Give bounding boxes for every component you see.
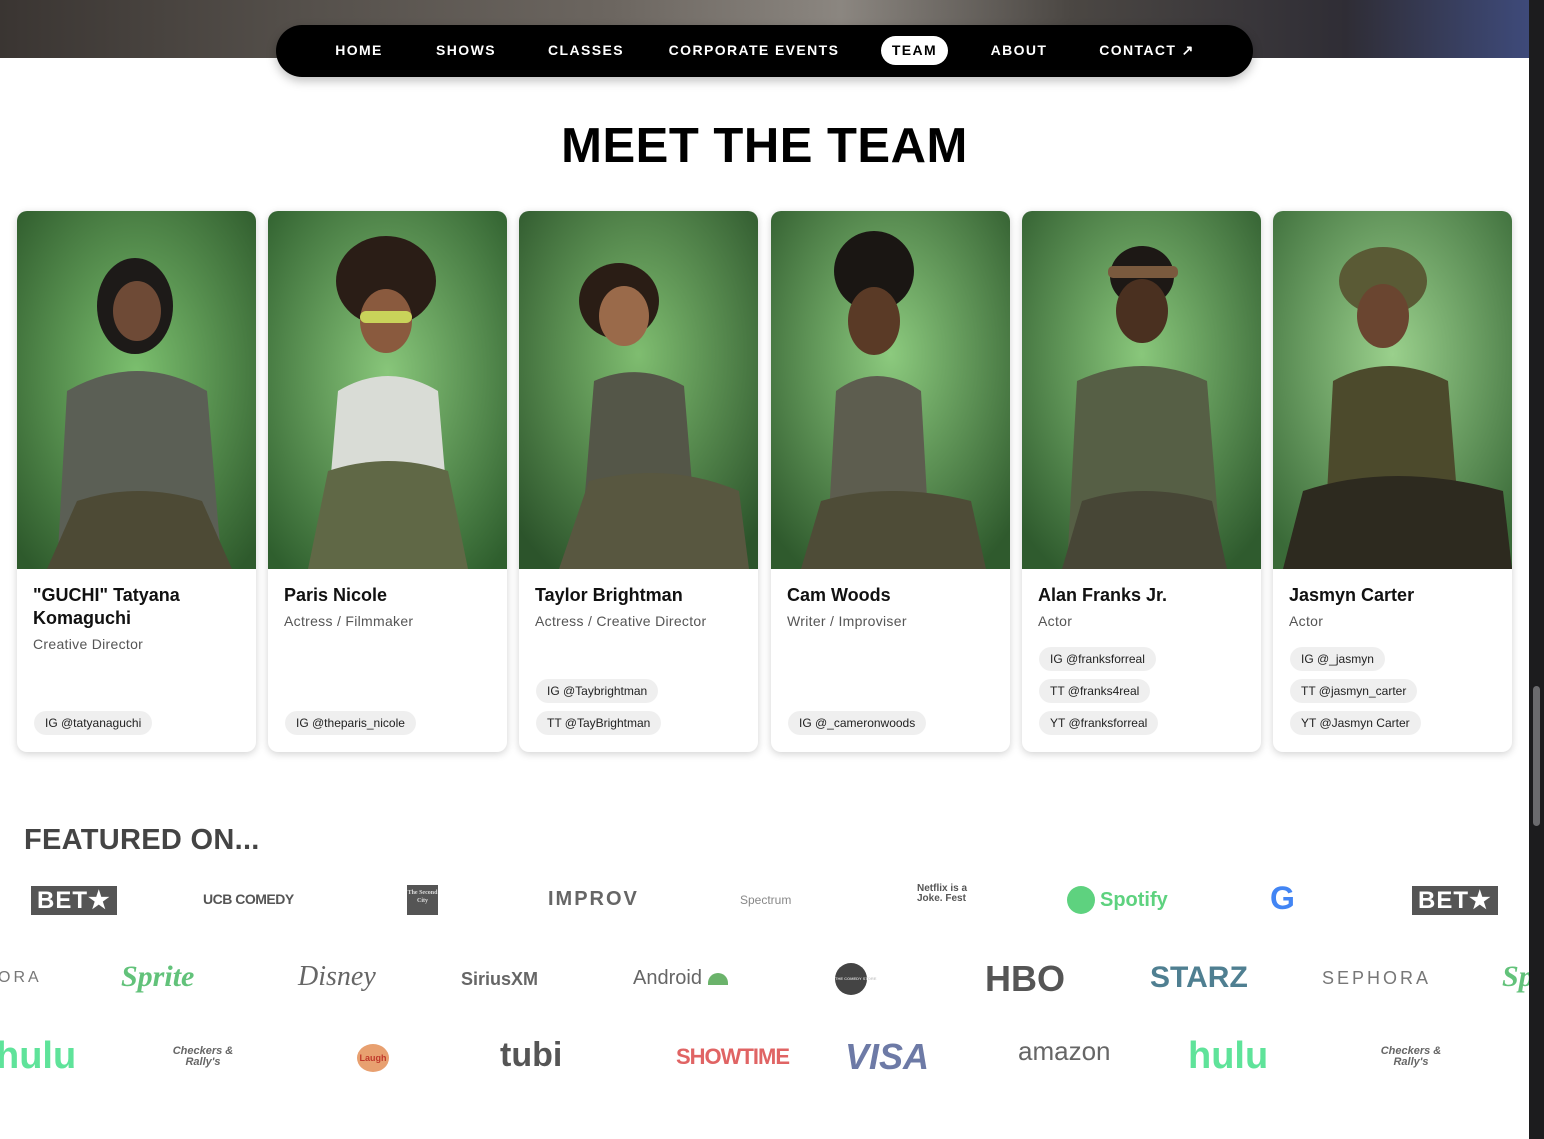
nav-home[interactable]: HOME — [324, 36, 394, 65]
scrollbar-thumb[interactable] — [1533, 686, 1540, 826]
team-card[interactable]: Taylor Brightman Actress / Creative Dire… — [519, 211, 758, 752]
nav-team[interactable]: TEAM — [881, 36, 948, 65]
nav-corporate-events[interactable]: CORPORATE EVENTS — [668, 36, 840, 65]
section-title: MEET THE TEAM — [561, 119, 968, 173]
logo-bet: BET★ — [31, 886, 117, 915]
logo-sephora-partial: ORA — [0, 969, 42, 986]
logo-hbo: HBO — [985, 958, 1065, 999]
social-tag[interactable]: TT @jasmyn_carter — [1290, 679, 1418, 703]
team-card[interactable]: Jasmyn Carter Actor IG @_jasmyn TT @jasm… — [1273, 211, 1512, 752]
logo-laugh-factory: Laugh — [357, 1044, 389, 1072]
logo-sprite: Sprite — [121, 960, 195, 993]
team-card[interactable]: Cam Woods Writer / Improviser IG @_camer… — [771, 211, 1010, 752]
logo-tubi: tubi — [500, 1036, 563, 1074]
member-name: Jasmyn Carter — [1289, 585, 1415, 605]
logo-disney: Disney — [298, 961, 376, 992]
android-wordmark: Android — [633, 967, 702, 989]
logo-starz: STARZ — [1150, 961, 1248, 994]
logo-comedy-store: THE COMEDY STORE — [835, 963, 876, 995]
logo-improv: IMPROV — [548, 888, 639, 910]
android-icon — [707, 972, 728, 985]
logo-sephora: SEPHORA — [1322, 968, 1432, 988]
member-role: Actress / Filmmaker — [284, 613, 414, 629]
logo-hulu: hulu — [1188, 1035, 1269, 1077]
social-tag[interactable]: IG @tatyanaguchi — [34, 711, 153, 735]
team-card[interactable]: Alan Franks Jr. Actor IG @franksforreal … — [1022, 211, 1261, 752]
team-photo — [1273, 211, 1512, 569]
social-tag[interactable]: IG @_jasmyn — [1290, 647, 1385, 671]
nav-contact[interactable]: CONTACT ↗ — [1092, 36, 1202, 65]
nav-classes[interactable]: CLASSES — [540, 36, 632, 65]
spotify-icon — [1067, 886, 1095, 914]
logo-netflix-is-a-joke: Netflix is a Joke. Fest — [917, 883, 968, 904]
nav-shows[interactable]: SHOWS — [428, 36, 504, 65]
member-role: Actor — [1038, 613, 1073, 629]
main-nav: HOME SHOWS CLASSES CORPORATE EVENTS TEAM… — [276, 25, 1253, 77]
spotify-wordmark: Spotify — [1100, 888, 1168, 911]
logo-sprite-partial: Sp — [1502, 960, 1529, 993]
page: HOME SHOWS CLASSES CORPORATE EVENTS TEAM… — [0, 0, 1529, 1139]
member-name: Alan Franks Jr. — [1038, 585, 1168, 605]
scrollbar-track[interactable] — [1529, 0, 1544, 1139]
team-photo — [1022, 211, 1261, 569]
team-card[interactable]: "GUCHI" Tatyana Komaguchi Creative Direc… — [17, 211, 256, 752]
social-tag[interactable]: TT @franks4real — [1039, 679, 1151, 703]
member-role: Actress / Creative Director — [535, 613, 707, 629]
member-role: Writer / Improviser — [787, 613, 907, 629]
featured-title: FEATURED ON... — [24, 824, 260, 856]
logo-visa: VISA — [845, 1036, 930, 1077]
team-photo — [17, 211, 256, 569]
logo-second-city: The Second City — [407, 885, 438, 915]
logo-spotify: Spotify — [1067, 886, 1168, 914]
member-name: Cam Woods — [787, 585, 891, 605]
logo-checkers: Checkers & Rally's — [172, 1045, 234, 1068]
social-tag[interactable]: IG @theparis_nicole — [285, 711, 416, 735]
team-card[interactable]: Paris Nicole Actress / Filmmaker IG @the… — [268, 211, 507, 752]
team-photo — [519, 211, 758, 569]
logo-google: G — [1270, 880, 1295, 916]
logo-amazon: amazon — [1018, 1036, 1111, 1066]
logo-bet: BET★ — [1412, 886, 1498, 915]
logo-spectrum: Spectrum — [740, 893, 792, 907]
team-photo — [268, 211, 507, 569]
social-tag[interactable]: IG @_cameronwoods — [788, 711, 927, 735]
team-photo — [771, 211, 1010, 569]
logo-hulu: hulu — [0, 1035, 77, 1077]
member-name: "GUCHI" Tatyana Komaguchi — [33, 585, 180, 628]
logo-checkers: Checkers & Rally's — [1380, 1045, 1442, 1068]
member-role: Actor — [1289, 613, 1324, 629]
member-name: Paris Nicole — [284, 585, 388, 605]
logo-ucb-comedy: UCB COMEDY — [203, 891, 294, 907]
social-tag[interactable]: YT @Jasmyn Carter — [1290, 711, 1421, 735]
social-tag[interactable]: IG @franksforreal — [1039, 647, 1156, 671]
logo-siriusxm: SiriusXM — [461, 969, 539, 989]
member-name: Taylor Brightman — [535, 585, 683, 605]
member-role: Creative Director — [33, 636, 144, 652]
social-tag[interactable]: TT @TayBrightman — [536, 711, 662, 735]
logo-android: Android — [633, 967, 728, 990]
logo-showtime: SHOWTIME — [676, 1044, 790, 1069]
social-tag[interactable]: YT @franksforreal — [1039, 711, 1159, 735]
nav-about[interactable]: ABOUT — [984, 36, 1054, 65]
social-tag[interactable]: IG @Taybrightman — [536, 679, 659, 703]
